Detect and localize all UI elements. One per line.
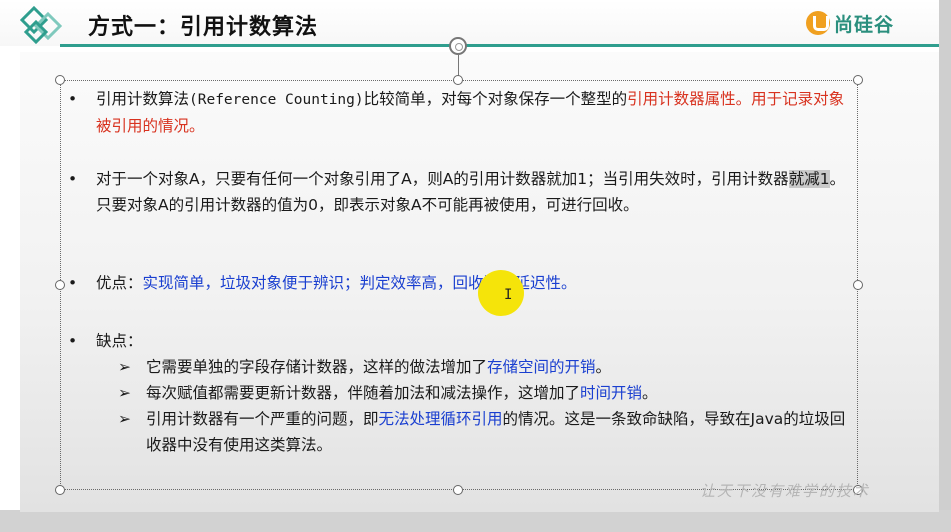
bullet-mechanism: • 对于一个对象A，只要有任何一个对象引用了A，则A的引用计数器就加1；当引用失… <box>68 166 854 218</box>
page-title: 方式一：引用计数算法 <box>88 15 319 40</box>
arrow-bullet-icon: ➢ <box>118 358 131 376</box>
bullet-marker: • <box>68 170 78 188</box>
window-edge-right <box>939 0 951 532</box>
text-span: 对于一个对象A，只要有任何一个对象引用了A，则A的引用计数器就加1；当引用失效时… <box>96 170 789 188</box>
text-span: 每次赋值都需要更新计数器，伴随着加法和减法操作，这增加了 <box>146 384 581 402</box>
arrow-bullet-icon: ➢ <box>118 410 131 428</box>
bullet-marker: • <box>68 332 78 350</box>
bullet-label: 缺点： <box>96 332 143 350</box>
text-span: (Reference Counting) <box>189 92 364 108</box>
brand-mark-icon <box>806 11 830 35</box>
bullet-advantages: • 优点：实现简单，垃圾对象便于辨识；判定效率高，回收没有延迟性。 <box>68 270 854 296</box>
bullet-disadvantages: • 缺点： ➢ 它需要单独的字段存储计数器，这样的做法增加了存储空间的开销。 ➢… <box>68 328 854 458</box>
sub-item: ➢ 它需要单独的字段存储计数器，这样的做法增加了存储空间的开销。 <box>68 354 854 380</box>
highlighted-text: 存储空间的开销 <box>487 358 596 376</box>
watermark: 让天下没有难学的技术 <box>700 482 871 500</box>
resize-handle-right[interactable] <box>853 280 863 290</box>
sub-item: ➢ 每次赋值都需要更新计数器，伴随着加法和减法操作，这增加了时间开销。 <box>68 380 854 406</box>
bullet-marker: • <box>68 274 78 292</box>
resize-handle-left[interactable] <box>55 280 65 290</box>
resize-handle-top-left[interactable] <box>55 75 65 85</box>
text-span: 引用计数算法 <box>96 90 190 108</box>
text-span: 。 <box>595 358 612 376</box>
resize-handle-top-right[interactable] <box>853 75 863 85</box>
text-span: 它需要单独的字段存储计数器，这样的做法增加了 <box>146 358 488 376</box>
resize-handle-bottom-left[interactable] <box>55 485 65 495</box>
brand-logo: 尚硅谷 <box>806 10 894 36</box>
selected-text: 就减1 <box>788 170 830 188</box>
window-edge-bottom <box>0 510 951 532</box>
arrow-bullet-icon: ➢ <box>118 384 131 402</box>
rotate-handle-icon[interactable] <box>449 37 467 55</box>
bullet-marker: • <box>68 90 78 108</box>
text-cursor-icon: I <box>504 287 513 303</box>
teal-diamond-logo-icon <box>20 6 63 45</box>
text-span: 。 <box>642 384 658 402</box>
brand-name: 尚硅谷 <box>834 13 895 36</box>
text-span: 引用计数器有一个严重的问题，即 <box>146 410 379 428</box>
header-divider <box>60 44 939 47</box>
resize-handle-top[interactable] <box>453 75 463 85</box>
highlighted-text: 时间开销 <box>580 384 643 402</box>
slide-header: 方式一：引用计数算法 尚硅谷 <box>0 0 939 46</box>
text-span: 比较简单，对每个对象保存一个整型的 <box>363 90 628 108</box>
highlighted-text: 无法处理循环引用 <box>378 410 503 428</box>
sub-item: ➢ 引用计数器有一个严重的问题，即无法处理循环引用的情况。这是一条致命缺陷，导致… <box>68 406 854 458</box>
cursor-highlight <box>478 270 524 316</box>
resize-handle-bottom[interactable] <box>453 485 463 495</box>
bullet-label: 优点： <box>96 274 143 292</box>
bullet-definition: • 引用计数算法(Reference Counting)比较简单，对每个对象保存… <box>68 86 854 139</box>
slide: 方式一：引用计数算法 尚硅谷 • 引用计数算法(Reference Counti… <box>0 0 951 532</box>
